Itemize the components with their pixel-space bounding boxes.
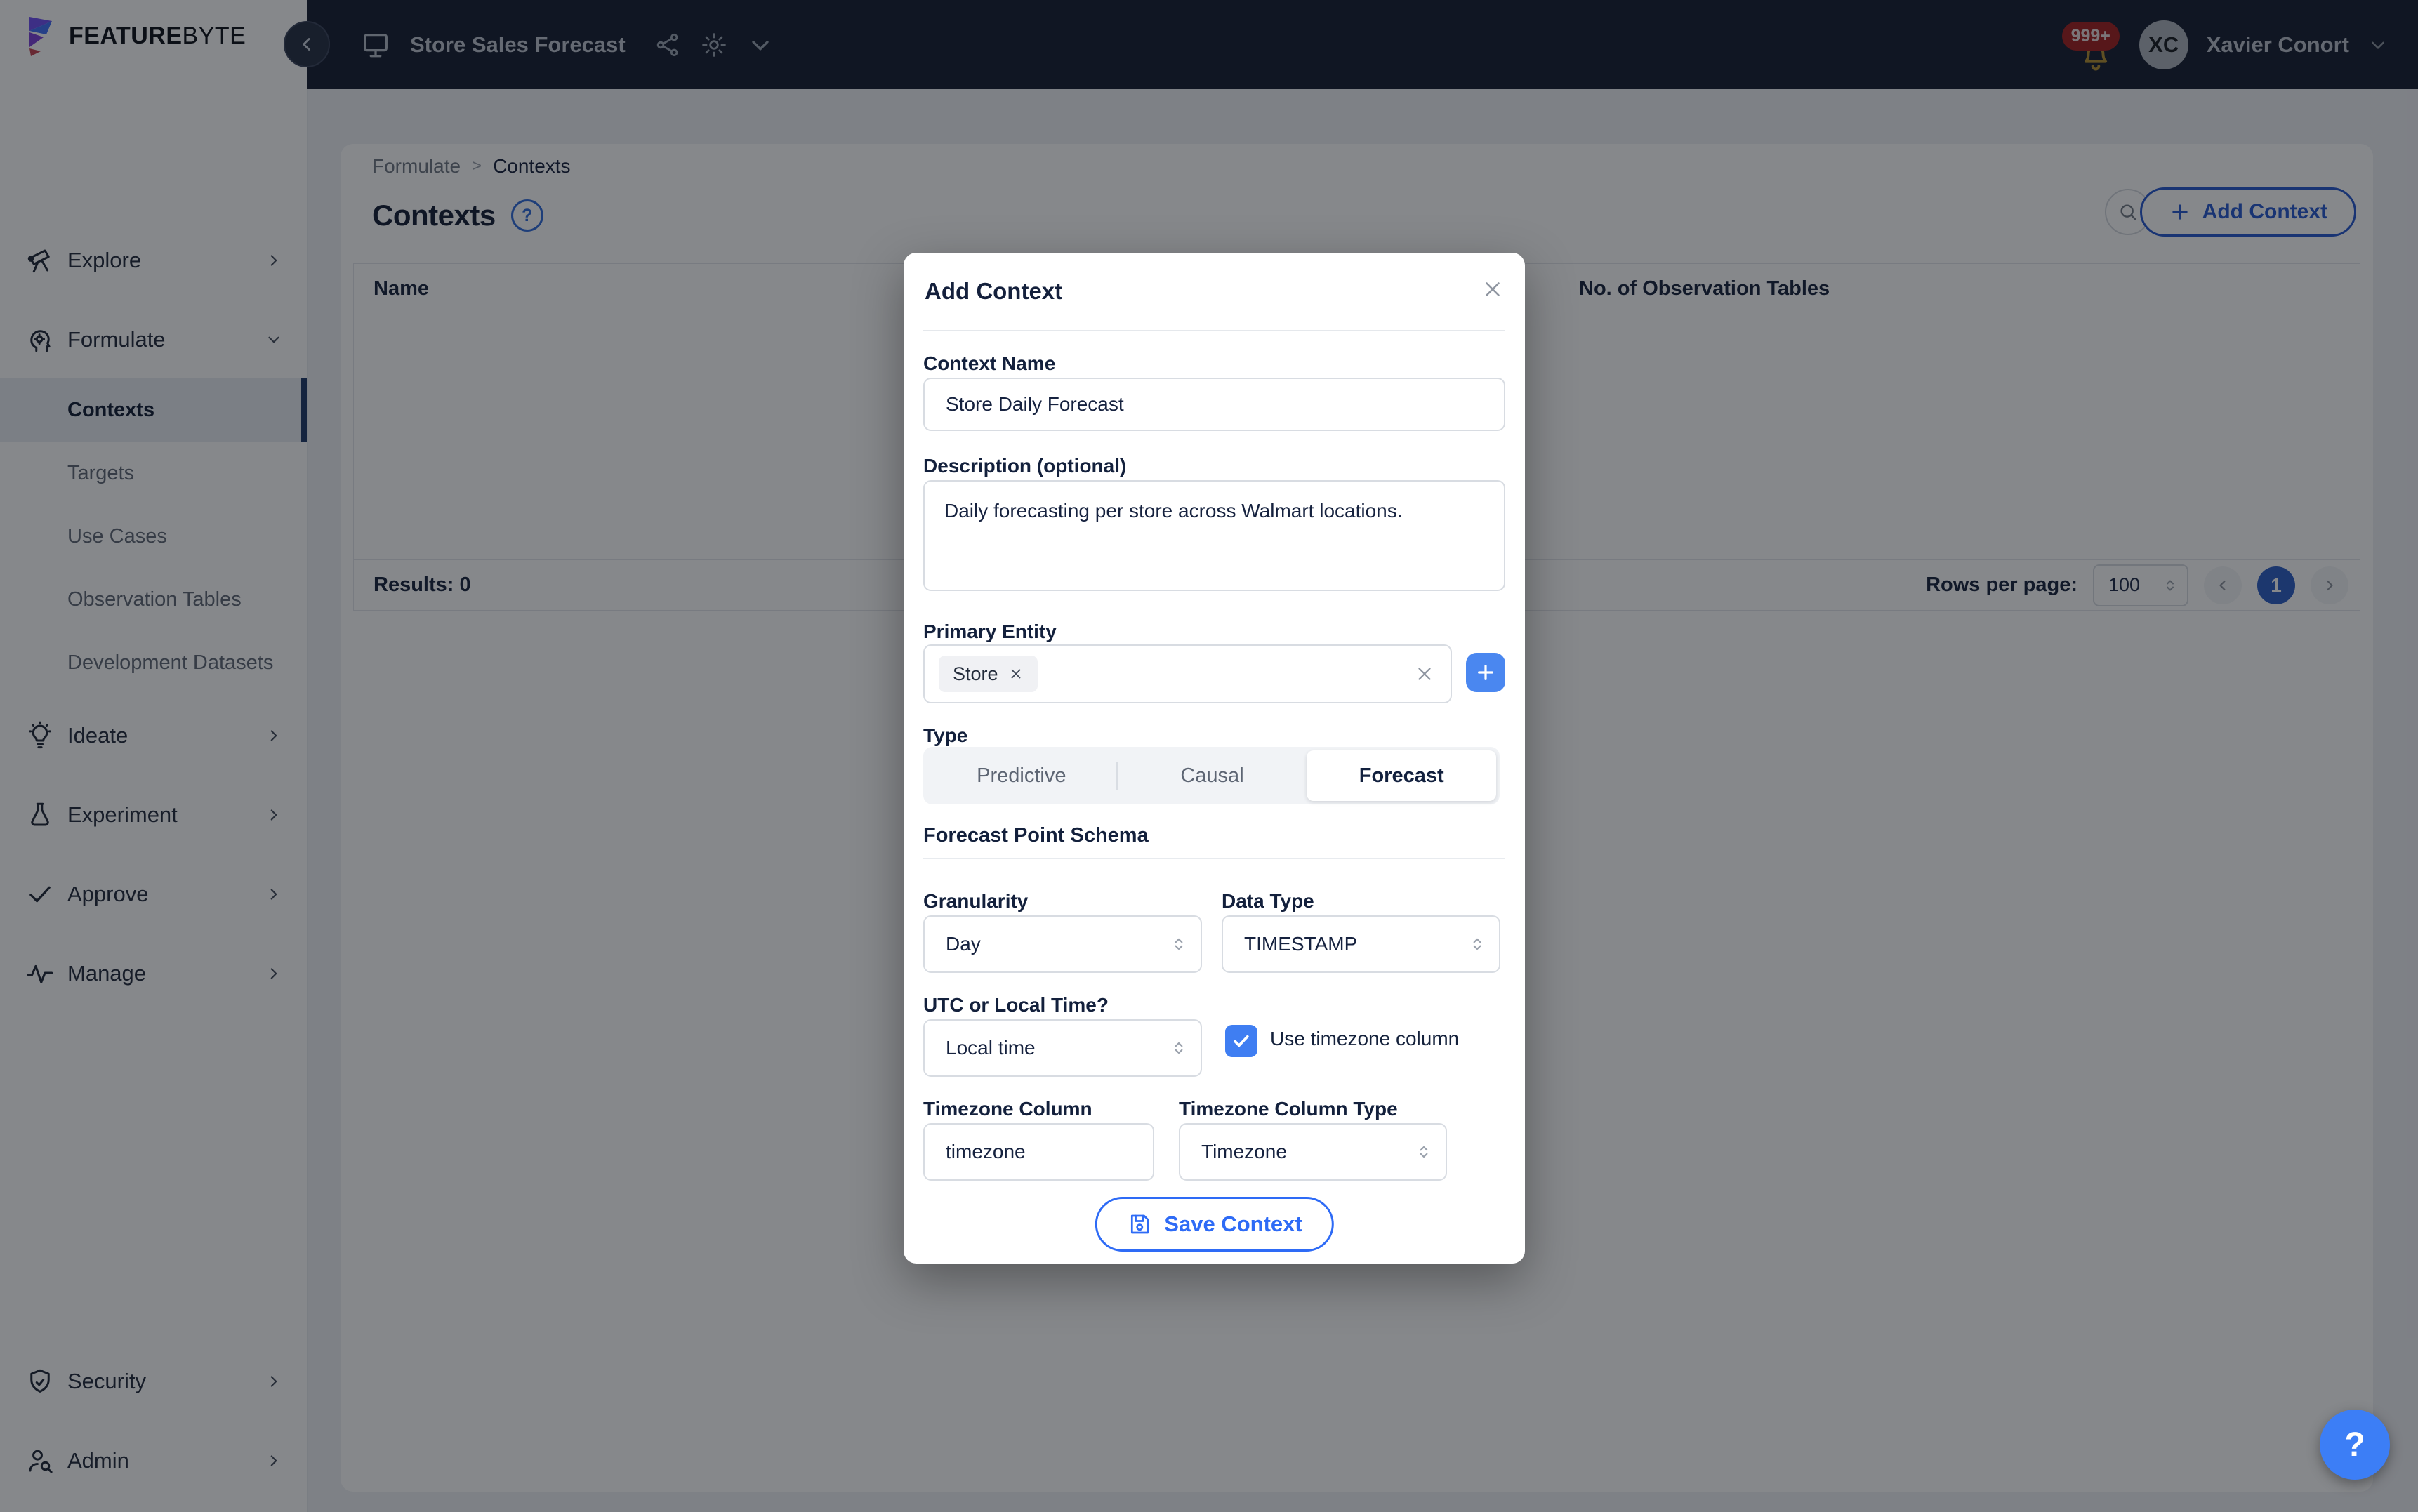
- context-name-label: Context Name: [923, 352, 1055, 375]
- primary-entity-label: Primary Entity: [923, 621, 1057, 643]
- entity-chip: Store: [939, 656, 1038, 692]
- timezone-column-input[interactable]: timezone: [923, 1123, 1154, 1181]
- granularity-label: Granularity: [923, 890, 1028, 913]
- utc-local-label: UTC or Local Time?: [923, 994, 1109, 1016]
- data-type-label: Data Type: [1222, 890, 1314, 913]
- utc-local-select[interactable]: Local time: [923, 1019, 1202, 1077]
- save-context-button[interactable]: Save Context: [1095, 1197, 1333, 1252]
- primary-entity-input[interactable]: Store: [923, 644, 1452, 703]
- timezone-column-value: timezone: [946, 1141, 1026, 1163]
- select-arrows-icon: [1415, 1143, 1433, 1161]
- select-arrows-icon: [1170, 935, 1188, 953]
- modal-close-button[interactable]: [1479, 275, 1507, 303]
- save-context-label: Save Context: [1164, 1212, 1302, 1237]
- type-option-forecast[interactable]: Forecast: [1307, 750, 1496, 801]
- description-label: Description (optional): [923, 455, 1126, 477]
- add-context-modal: Add Context Context Name Store Daily For…: [904, 253, 1525, 1264]
- timezone-column-type-label: Timezone Column Type: [1179, 1098, 1398, 1120]
- timezone-column-type-value: Timezone: [1201, 1141, 1287, 1163]
- app-root: FEATUREBYTE Explore Formulate Contexts T…: [0, 0, 2418, 1512]
- data-type-value: TIMESTAMP: [1244, 933, 1357, 955]
- utc-local-value: Local time: [946, 1037, 1036, 1059]
- type-option-predictive[interactable]: Predictive: [927, 750, 1116, 801]
- context-name-value: Store Daily Forecast: [946, 393, 1124, 416]
- timezone-column-label: Timezone Column: [923, 1098, 1092, 1120]
- forecast-point-schema-title: Forecast Point Schema: [923, 824, 1149, 847]
- description-textarea[interactable]: Daily forecasting per store across Walma…: [923, 480, 1505, 591]
- checkmark-icon: [1231, 1030, 1252, 1052]
- modal-header-divider: [923, 330, 1505, 331]
- modal-title: Add Context: [925, 278, 1062, 305]
- plus-icon: [1474, 661, 1497, 684]
- close-icon: [1481, 277, 1505, 301]
- type-segmented-control: Predictive Causal Forecast: [923, 747, 1500, 804]
- help-fab-button[interactable]: ?: [2320, 1410, 2390, 1480]
- save-icon: [1126, 1212, 1151, 1237]
- type-option-causal[interactable]: Causal: [1118, 750, 1307, 801]
- select-arrows-icon: [1468, 935, 1486, 953]
- granularity-select[interactable]: Day: [923, 915, 1202, 973]
- use-timezone-label[interactable]: Use timezone column: [1270, 1028, 1459, 1050]
- type-label: Type: [923, 724, 967, 747]
- use-timezone-checkbox[interactable]: [1225, 1025, 1257, 1057]
- granularity-value: Day: [946, 933, 981, 955]
- clear-field-icon[interactable]: [1414, 663, 1435, 684]
- chip-remove-icon[interactable]: [1008, 666, 1024, 682]
- select-arrows-icon: [1170, 1039, 1188, 1057]
- timezone-column-type-select[interactable]: Timezone: [1179, 1123, 1447, 1181]
- add-entity-button[interactable]: [1466, 653, 1505, 692]
- data-type-select[interactable]: TIMESTAMP: [1222, 915, 1500, 973]
- entity-chip-label: Store: [953, 663, 998, 685]
- section-divider: [923, 858, 1505, 859]
- context-name-input[interactable]: Store Daily Forecast: [923, 378, 1505, 431]
